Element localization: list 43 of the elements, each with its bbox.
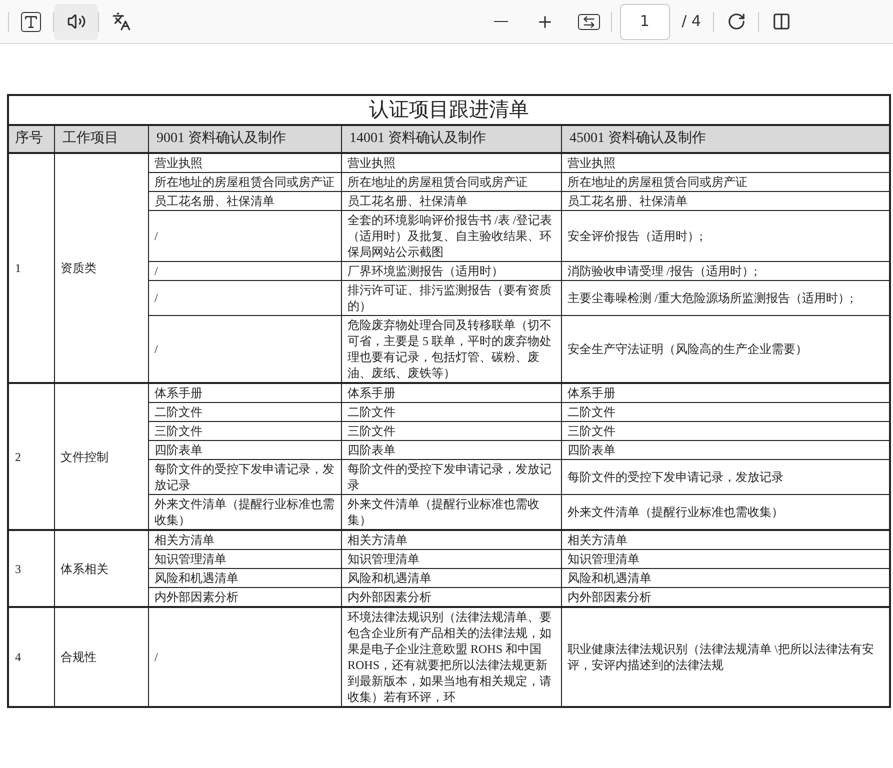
table-cell: 三阶文件 [341, 422, 561, 440]
column-header: 序号 [8, 125, 54, 153]
table-cell: 体系手册 [148, 383, 341, 402]
table-cell: 相关方清单 [148, 530, 341, 550]
table-cell: / [148, 280, 341, 316]
table-cell: 风险和机遇清单 [148, 568, 341, 588]
table-cell: 三阶文件 [148, 422, 341, 440]
table-cell: 相关方清单 [341, 530, 561, 550]
table-cell: / [148, 262, 341, 280]
table-cell: 每阶文件的受控下发申请记录，发放记录 [148, 460, 341, 494]
minus-icon [494, 20, 508, 22]
table-cell: 每阶文件的受控下发申请记录，发放记录 [341, 460, 561, 494]
table-cell: 知识管理清单 [148, 550, 341, 568]
page-total: / 4 [682, 11, 701, 32]
table-cell: 风险和机遇清单 [341, 568, 561, 588]
table-cell: 所在地址的房屋租赁合同或房产证 [148, 172, 341, 192]
table-cell: 员工花名册、社保清单 [148, 192, 341, 210]
column-header: 45001 资料确认及制作 [561, 125, 890, 153]
table-cell: 员工花名册、社保清单 [341, 192, 561, 210]
table-cell: 二阶文件 [148, 402, 341, 422]
table-cell: 二阶文件 [341, 402, 561, 422]
table-cell: 四阶表单 [341, 440, 561, 460]
table-cell: 厂界环境监测报告（适用时） [341, 262, 561, 280]
table-cell: / [148, 210, 341, 262]
rotate-icon [726, 12, 746, 31]
table-title: 认证项目跟进清单 [8, 95, 890, 125]
read-aloud-button[interactable] [54, 4, 98, 40]
table-cell: 四阶表单 [148, 440, 341, 460]
fit-width-icon [578, 14, 600, 30]
page-number-field[interactable]: 1 [620, 4, 670, 40]
table-cell: 营业执照 [148, 153, 341, 172]
column-header: 9001 资料确认及制作 [148, 125, 341, 153]
translate-icon [112, 12, 130, 31]
table-cell: 全套的环境影响评价报告书 /表 /登记表（适用时）及批复、自主验收结果、环保局网站公示截图 [341, 210, 561, 262]
table-cell: 体系手册 [341, 383, 561, 402]
table-cell: 所在地址的房屋租赁合同或房产证 [341, 172, 561, 192]
column-header: 工作项目 [54, 125, 148, 153]
table-cell: 营业执照 [341, 153, 561, 172]
speaker-icon [66, 12, 86, 31]
column-header: 14001 资料确认及制作 [341, 125, 561, 153]
two-page-icon [772, 12, 790, 31]
table-cell: 知识管理清单 [341, 550, 561, 568]
table-cell: 排污许可证、排污监测报告（要有资质的） [341, 280, 561, 316]
